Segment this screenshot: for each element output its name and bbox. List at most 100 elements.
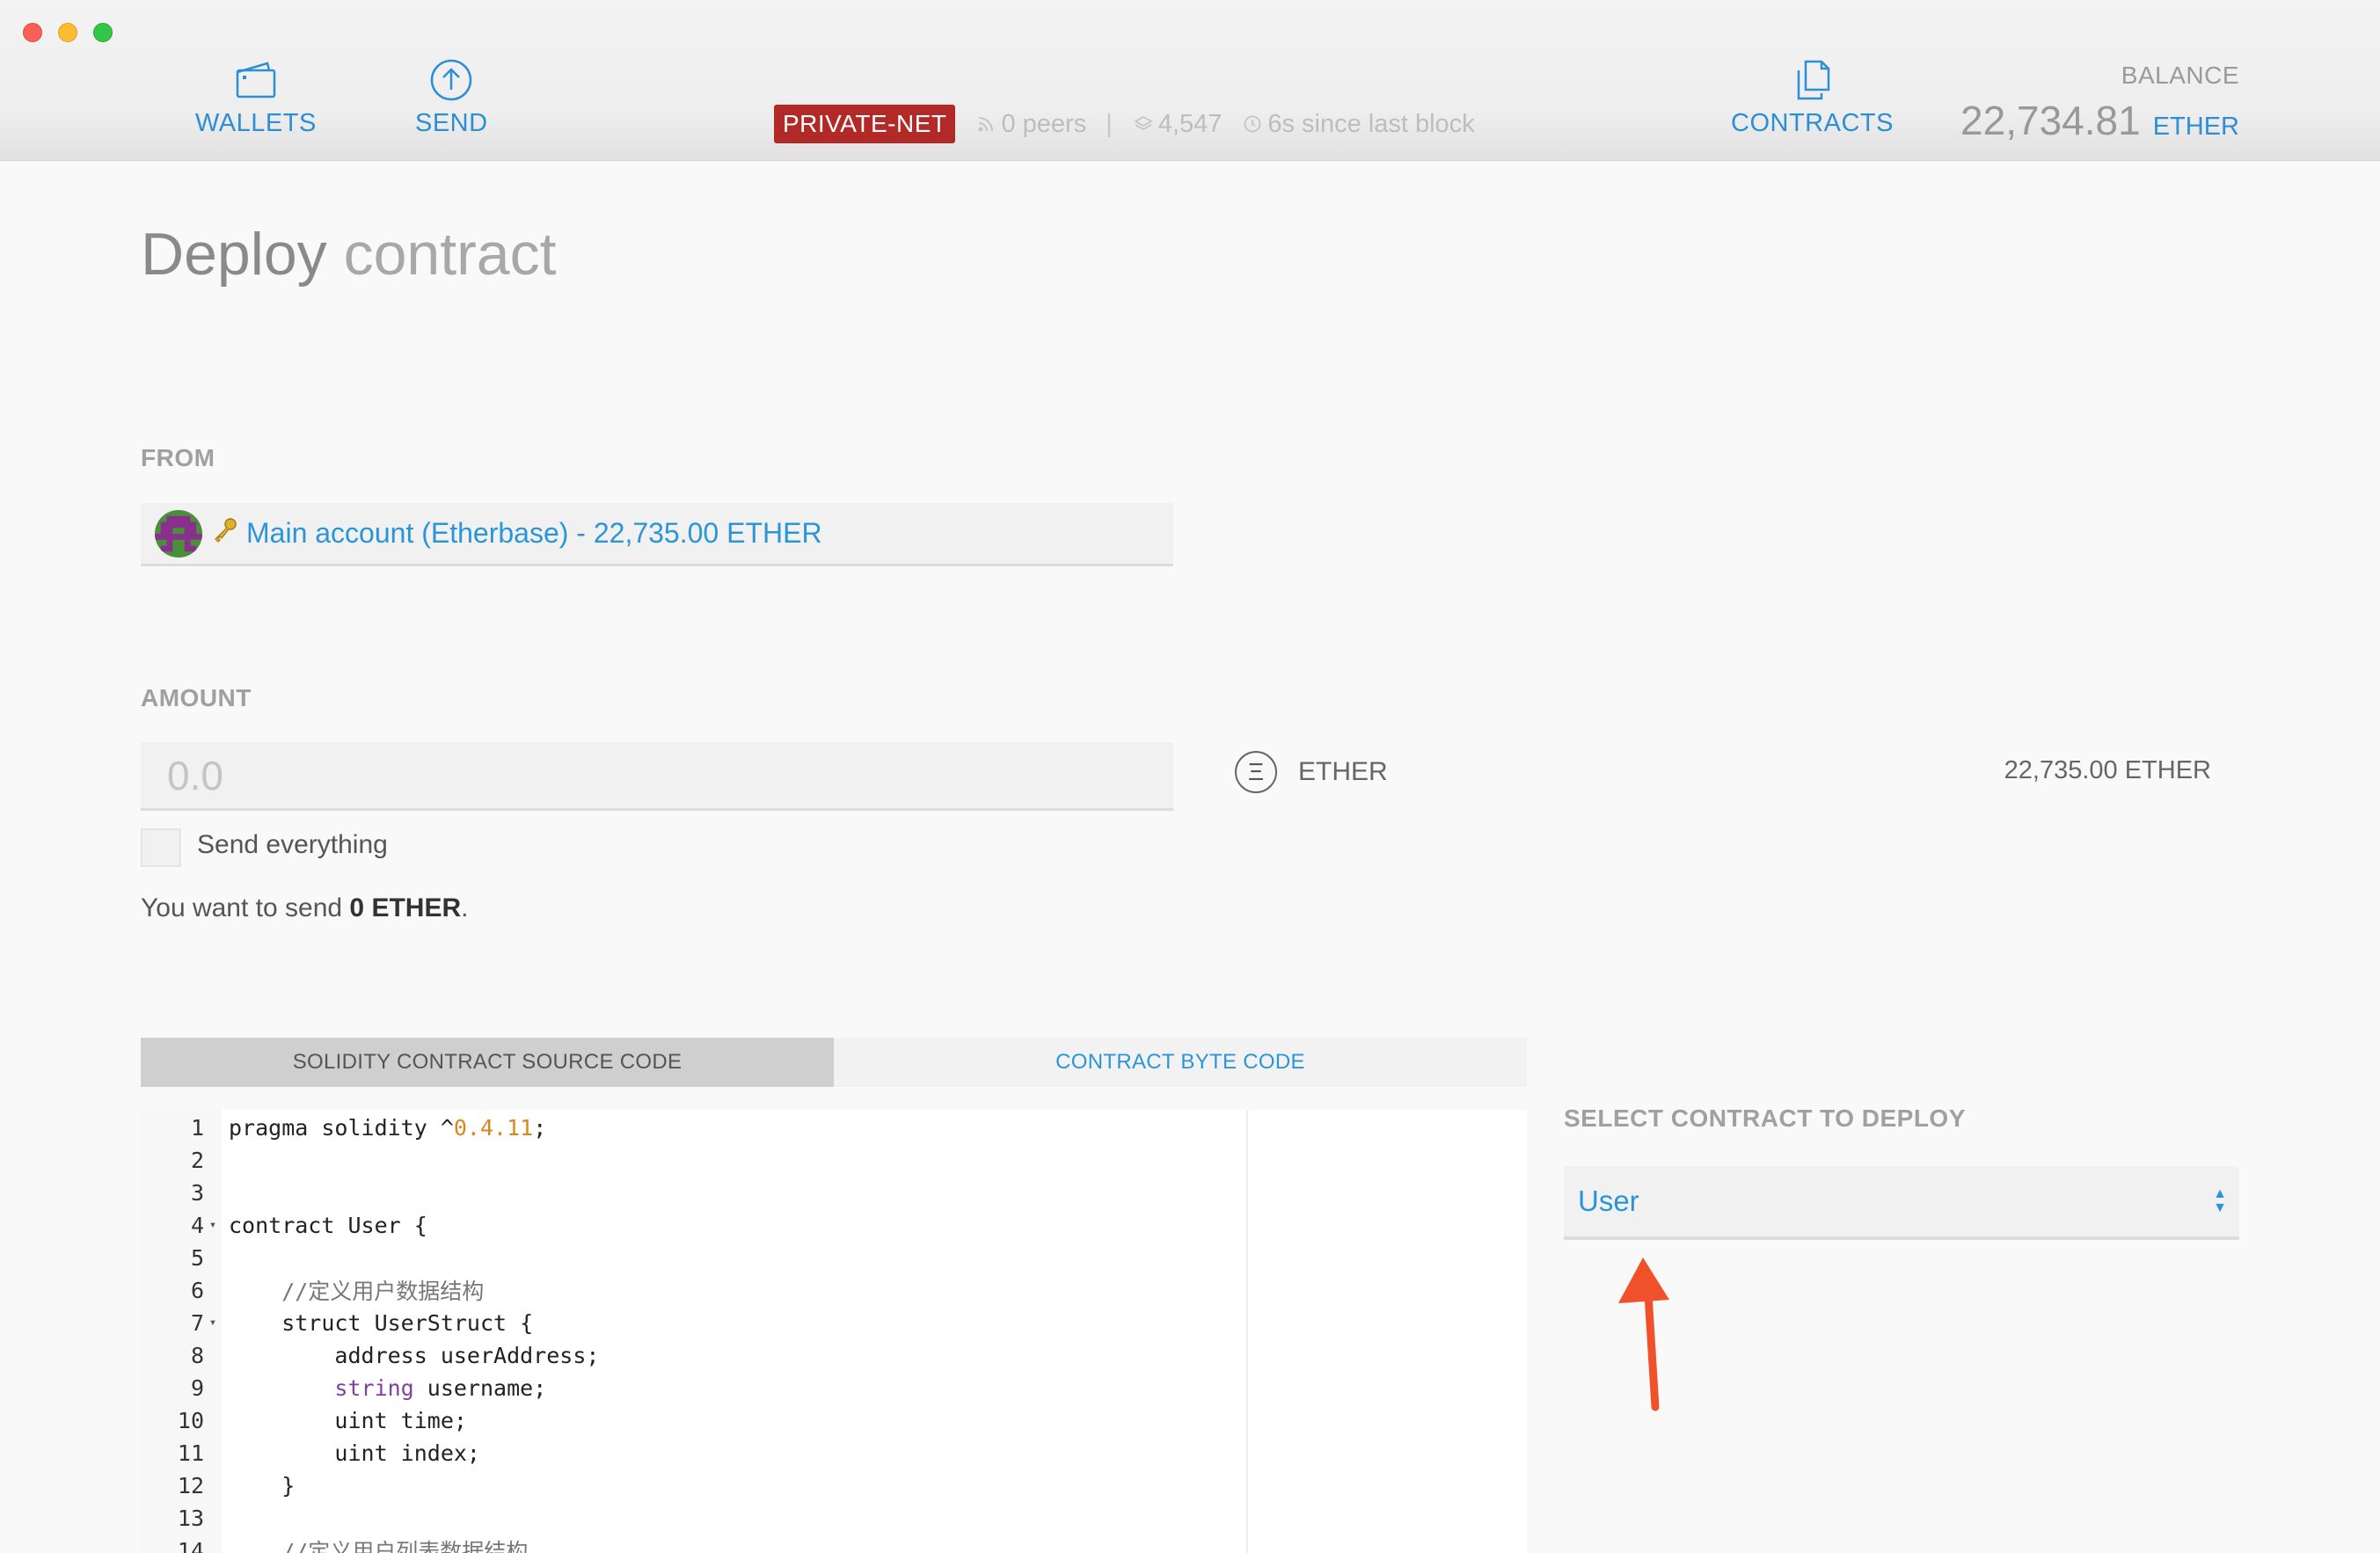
balance-label: BALANCE [2121,62,2239,89]
select-contract-label: SELECT CONTRACT TO DEPLOY [1564,1105,1966,1132]
line-number: 4 [190,1212,204,1238]
annotation-arrow-icon [1618,1258,1669,1411]
send-everything-checkbox[interactable] [141,828,181,867]
contract-select-value: User [1578,1185,1639,1217]
block-status: 4,547 [1133,109,1223,139]
nav-send[interactable]: SEND [415,56,488,138]
code-line[interactable]: 4 ▾ contract User { [141,1211,427,1239]
app-header: WALLETS SEND PRIVATE-NET 0 peers | 4,547 [0,0,2380,161]
code-text: uint time; [229,1407,467,1433]
send-summary: You want to send 0 ETHER. [141,893,468,923]
page-title-bold: Deploy [141,221,327,288]
network-badge: PRIVATE-NET [774,105,956,143]
line-number: 6 [190,1277,204,1303]
select-arrows-icon: ▲ ▼ [2213,1186,2227,1215]
window-zoom-button[interactable] [93,23,113,42]
page-title-light: contract [343,221,557,288]
network-status: PRIVATE-NET 0 peers | 4,547 6s since las… [774,104,1475,144]
balance-amount: 22,734.81 [1960,98,2141,143]
layers-icon [1133,115,1153,131]
available-balance: 22,735.00 ETHER [2004,756,2211,784]
code-text: //定义用户数据结构 [229,1279,485,1304]
line-number: 8 [190,1342,204,1368]
line-number: 3 [190,1179,204,1206]
peers-status: 0 peers [976,110,1086,139]
nav-wallets[interactable]: WALLETS [195,56,317,138]
print-margin [1246,1110,1248,1553]
line-number: 7 [190,1309,204,1336]
tab-byte-code[interactable]: CONTRACT BYTE CODE [834,1038,1527,1087]
line-number: 11 [177,1440,204,1466]
code-text: } [229,1472,296,1498]
line-number: 14 [177,1537,204,1553]
code-line[interactable]: 1 pragma solidity ^0.4.11; [141,1113,546,1141]
from-account-text: Main account (Etherbase) - 22,735.00 ETH… [246,517,822,549]
account-identicon [155,509,202,558]
code-line[interactable]: 10 uint time; [141,1406,467,1434]
ether-unit-selector[interactable]: Ξ ETHER [1235,751,1388,793]
ether-symbol-icon: Ξ [1235,751,1277,793]
contract-select[interactable]: User ▲ ▼ [1564,1166,2239,1240]
send-summary-suffix: . [461,893,469,922]
code-editor[interactable]: 1 pragma solidity ^0.4.11; 2 3 4 ▾ contract Us… [141,1110,1527,1553]
line-number: 13 [177,1505,204,1531]
line-number: 12 [177,1472,204,1498]
line-number: 2 [190,1147,204,1173]
code-line[interactable]: 5 [141,1243,229,1272]
ether-unit-label: ETHER [1298,757,1388,786]
code-line[interactable]: 14 //定义用户列表数据结构 [141,1536,528,1553]
code-text: uint index; [229,1440,480,1466]
amount-placeholder: 0.0 [167,752,223,798]
balance-display: 22,734.81 ETHER [1960,97,2239,144]
code-tabs: SOLIDITY CONTRACT SOURCE CODE CONTRACT B… [141,1038,1527,1087]
from-label: FROM [141,444,215,471]
send-summary-amount: 0 ETHER [349,893,462,922]
code-line[interactable]: 9 string username; [141,1374,546,1402]
code-text: string username; [334,1374,547,1401]
line-number: 5 [190,1244,204,1271]
code-line[interactable]: 12 } [141,1471,295,1499]
code-text: address userAddress; [229,1342,600,1368]
signal-icon [978,117,994,132]
line-number: 1 [190,1114,204,1141]
code-line[interactable]: 3 [141,1178,229,1207]
page-title: Deploy contract [141,220,556,288]
block-number: 4,547 [1157,109,1223,138]
send-arrow-icon [431,59,472,101]
send-summary-prefix: You want to send [141,893,350,922]
status-separator: | [1106,109,1113,138]
line-number: 9 [190,1374,204,1401]
contracts-icon [1798,60,1830,100]
code-text: struct UserStruct { [229,1309,534,1336]
nav-contracts[interactable]: CONTRACTS [1731,56,1894,138]
window-minimize-button[interactable] [58,23,77,42]
code-line[interactable]: 2 [141,1146,229,1174]
fold-toggle-icon[interactable]: ▾ [204,1316,222,1330]
amount-label: AMOUNT [141,684,252,711]
code-text: //定义用户列表数据结构 [229,1539,529,1553]
nav-wallets-label: WALLETS [195,109,317,137]
nav-send-label: SEND [415,109,488,137]
last-block-status: 6s since last block [1243,109,1475,139]
wallet-icon [236,62,276,98]
line-number: 10 [177,1407,204,1433]
send-everything-label[interactable]: Send everything [197,830,388,860]
code-line[interactable]: 11 uint index; [141,1439,480,1467]
amount-input[interactable]: 0.0 [141,742,1173,811]
key-icon [211,517,237,550]
window-close-button[interactable] [23,23,42,42]
last-block-time: 6s since last block [1267,109,1475,138]
code-text: pragma solidity ^0.4.11; [229,1114,547,1141]
code-line[interactable]: 6 //定义用户数据结构 [141,1276,485,1305]
peers-count: 0 peers [1001,109,1087,138]
code-line[interactable]: 8 address userAddress; [141,1341,600,1369]
code-line[interactable]: 7 ▾ struct UserStruct { [141,1309,533,1337]
fold-toggle-icon[interactable]: ▾ [204,1218,222,1232]
tab-solidity-source[interactable]: SOLIDITY CONTRACT SOURCE CODE [141,1038,834,1087]
nav-contracts-label: CONTRACTS [1731,109,1894,137]
clock-icon [1244,115,1261,133]
from-account-select[interactable]: Main account (Etherbase) - 22,735.00 ETH… [141,503,1173,566]
balance-unit: ETHER [2152,113,2239,141]
code-line[interactable]: 13 [141,1504,229,1532]
code-text: contract User { [229,1212,427,1238]
